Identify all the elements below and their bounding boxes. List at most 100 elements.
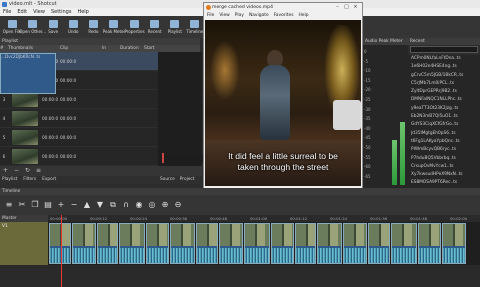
- list-item[interactable]: ACPm0NLfaLnFtDna..ts: [411, 55, 480, 63]
- add-icon[interactable]: +: [56, 200, 66, 210]
- video-frame[interactable]: It did feel a little surreal to be taken…: [205, 20, 361, 190]
- timeline-clip[interactable]: [170, 223, 195, 264]
- menu-view[interactable]: View: [33, 8, 45, 16]
- list-item[interactable]: PIWmBcyvQB6ryc..ts: [411, 146, 480, 154]
- maximize-icon[interactable]: □: [342, 3, 351, 12]
- timeline-clip[interactable]: [343, 223, 367, 264]
- list-item[interactable]: gCrvC5m5JGB/1BkCR..ts: [411, 72, 480, 80]
- timeline-clip[interactable]: [196, 223, 218, 264]
- menu-file[interactable]: File: [3, 8, 11, 16]
- menu-icon[interactable]: ≡: [36, 168, 42, 174]
- timeline-clip[interactable]: [368, 223, 390, 264]
- player-menu-view[interactable]: View: [219, 12, 229, 20]
- track-header-v1[interactable]: V1: [0, 222, 48, 265]
- list-item[interactable]: 1e6H02e4HSE4ng..ts: [411, 63, 480, 71]
- player-menu-file[interactable]: File: [207, 12, 214, 20]
- list-item[interactable]: CrsupOvMvYcw1..ts: [411, 163, 480, 171]
- recent-search-input[interactable]: [410, 46, 478, 53]
- playlist-button[interactable]: Playlist: [165, 16, 185, 38]
- tab-playlist[interactable]: Playlist: [2, 176, 17, 184]
- timeline-playhead[interactable]: [61, 215, 62, 287]
- timeline-clip[interactable]: [295, 223, 316, 264]
- player-menu-navigate[interactable]: Navigate: [249, 12, 269, 20]
- list-item[interactable]: ZyltDprGEPRrj9B2..ts: [411, 88, 480, 96]
- timeline-clip[interactable]: [442, 223, 466, 264]
- col-clip[interactable]: Clip: [42, 45, 102, 52]
- timeline-clip[interactable]: [49, 223, 71, 264]
- recent-button[interactable]: Recent: [145, 16, 165, 38]
- timeline-button[interactable]: Timeline: [185, 16, 205, 38]
- list-item[interactable]: GdYS3CiqXCfGfrGo..ts: [411, 121, 480, 129]
- list-item[interactable]: y9eaTT3Ot23K2jzg..ts: [411, 105, 480, 113]
- peak-meter-button[interactable]: Peak Meter: [103, 16, 125, 38]
- list-item[interactable]: C5rJMb7Lm0iPCL..ts: [411, 80, 480, 88]
- clip-video-thumbnails: [318, 224, 341, 246]
- player-menu-favorites[interactable]: Favorites: [274, 12, 294, 20]
- menu-settings[interactable]: Settings: [51, 8, 72, 16]
- list-item[interactable]: t6Fg1LAKyaYpbQnc..ts: [411, 138, 480, 146]
- table-row[interactable]: 6 ...Dvc2DJbKRcN..ts 00:00:0 00:00:0: [0, 53, 158, 166]
- timeline-clip[interactable]: [219, 223, 243, 264]
- player-menu-play[interactable]: Play: [235, 12, 244, 20]
- properties-button[interactable]: Properties: [124, 16, 145, 38]
- lift-icon[interactable]: ▲: [82, 200, 92, 210]
- list-item[interactable]: DMNFalNQC1NLLPhc..ts: [411, 96, 480, 104]
- menu-icon[interactable]: ≡: [4, 200, 14, 210]
- snap-icon[interactable]: ∩: [121, 200, 131, 210]
- redo-button[interactable]: Redo: [83, 16, 103, 38]
- player-menu-help[interactable]: Help: [299, 12, 309, 20]
- timeline-clip[interactable]: [146, 223, 169, 264]
- playlist-panel-title: Playlist: [0, 38, 200, 45]
- save-button[interactable]: Save: [43, 16, 63, 38]
- ruler-label: 00:01:24: [330, 216, 348, 221]
- undo-button[interactable]: Undo: [63, 16, 83, 38]
- source-scrubber[interactable]: [160, 155, 205, 163]
- scrub-icon[interactable]: ◉: [134, 200, 144, 210]
- timeline-clip[interactable]: [391, 223, 417, 264]
- zoom-out-icon[interactable]: ⊖: [173, 200, 183, 210]
- col-start[interactable]: Start: [144, 45, 164, 52]
- col-num[interactable]: #: [0, 45, 8, 52]
- timeline-ruler[interactable]: 00:00:00 00:00:12 00:00:24 00:00:36 00:00:48…: [48, 215, 480, 222]
- close-icon[interactable]: ×: [351, 3, 360, 12]
- open-file-button[interactable]: Open File: [2, 16, 22, 38]
- list-item[interactable]: P7hduBQ5Vbbrbq..ts: [411, 155, 480, 163]
- scrubber-playhead[interactable]: [162, 153, 164, 163]
- col-thumbnails[interactable]: Thumbnails: [8, 45, 42, 52]
- clip-video-thumbnails: [197, 224, 217, 246]
- timeline-clip[interactable]: [271, 223, 294, 264]
- list-item[interactable]: Eb2N3mB7Ql5uO1..ts: [411, 113, 480, 121]
- tab-project[interactable]: Project: [180, 176, 195, 184]
- tab-source[interactable]: Source: [160, 176, 175, 184]
- timeline-clip[interactable]: [97, 223, 118, 264]
- col-duration[interactable]: Duration: [120, 45, 144, 52]
- tab-export[interactable]: Export: [42, 176, 56, 184]
- timeline-clip[interactable]: [72, 223, 96, 264]
- copy-icon[interactable]: ❐: [30, 200, 40, 210]
- timeline-clip[interactable]: [418, 223, 441, 264]
- split-icon[interactable]: ⧉: [108, 200, 118, 210]
- menu-help[interactable]: Help: [77, 8, 88, 16]
- list-item[interactable]: ES8MOSA9PT6Rec..ts: [411, 179, 480, 187]
- list-item[interactable]: Xy7kwsudHPeX9NxN..ts: [411, 171, 480, 179]
- minimize-icon[interactable]: –: [333, 3, 342, 12]
- ripple-all-icon[interactable]: ⊕: [160, 200, 170, 210]
- timeline-clip[interactable]: [317, 223, 342, 264]
- timeline-clip[interactable]: [244, 223, 270, 264]
- col-in[interactable]: In: [102, 45, 120, 52]
- tab-filters[interactable]: Filters: [23, 176, 36, 184]
- cut-icon[interactable]: ✂: [17, 200, 27, 210]
- table-row[interactable]: 5ByqU5ANl9HimC5y..ts00:00:000:00:0: [0, 53, 158, 147]
- overwrite-icon[interactable]: ▼: [95, 200, 105, 210]
- timeline-clip[interactable]: [119, 223, 145, 264]
- update-icon[interactable]: ↻: [25, 168, 31, 174]
- ripple-icon[interactable]: ◎: [147, 200, 157, 210]
- paste-icon[interactable]: ▤: [43, 200, 53, 210]
- menu-edit[interactable]: Edit: [17, 8, 27, 16]
- table-row[interactable]: 4BWN2HwPxoFbg5..ts00:00:000:00:0: [0, 53, 158, 128]
- list-item[interactable]: Jd35IMgtgEh0pS6..ts: [411, 130, 480, 138]
- remove-icon[interactable]: −: [69, 200, 79, 210]
- add-icon[interactable]: +: [3, 168, 9, 174]
- remove-icon[interactable]: −: [14, 168, 20, 174]
- open-other-button[interactable]: Open Other...: [19, 16, 46, 38]
